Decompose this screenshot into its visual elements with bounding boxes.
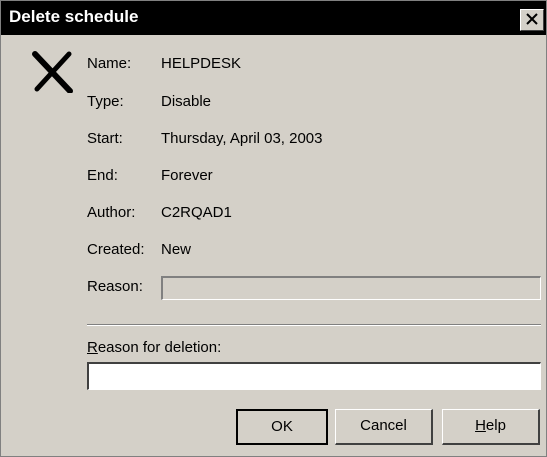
start-value: Thursday, April 03, 2003 xyxy=(161,130,323,147)
separator xyxy=(87,324,541,326)
window-title: Delete schedule xyxy=(9,7,139,26)
reason-for-deletion-label-text: eason for deletion: xyxy=(97,339,222,356)
end-value: Forever xyxy=(161,167,213,184)
help-button[interactable]: Help xyxy=(442,409,540,445)
start-label: Start: xyxy=(87,130,123,147)
type-value: Disable xyxy=(161,93,212,110)
name-label: Name: xyxy=(87,55,132,72)
close-icon xyxy=(526,13,538,25)
reason-field xyxy=(161,276,541,300)
title-bar: Delete schedule xyxy=(1,1,546,35)
help-accel: H xyxy=(475,417,486,434)
cancel-button[interactable]: Cancel xyxy=(335,409,433,445)
author-label: Author: xyxy=(87,204,136,221)
created-label: Created: xyxy=(87,241,145,258)
reason-label: Reason: xyxy=(87,278,143,295)
name-value: HELPDESK xyxy=(161,55,242,72)
reason-for-deletion-accel: R xyxy=(87,339,98,356)
delete-schedule-dialog: Delete schedule Name: HELPDESK Type: Dis… xyxy=(0,0,547,457)
ok-button[interactable]: OK xyxy=(236,409,328,445)
close-button[interactable] xyxy=(520,9,544,31)
author-value: C2RQAD1 xyxy=(161,204,232,221)
delete-x-icon xyxy=(32,51,73,93)
created-value: New xyxy=(161,241,192,258)
reason-for-deletion-input[interactable] xyxy=(87,362,541,390)
help-label-text: elp xyxy=(485,417,506,434)
end-label: End: xyxy=(87,167,118,184)
reason-for-deletion-label: Reason for deletion: xyxy=(87,339,221,356)
type-label: Type: xyxy=(87,93,124,110)
